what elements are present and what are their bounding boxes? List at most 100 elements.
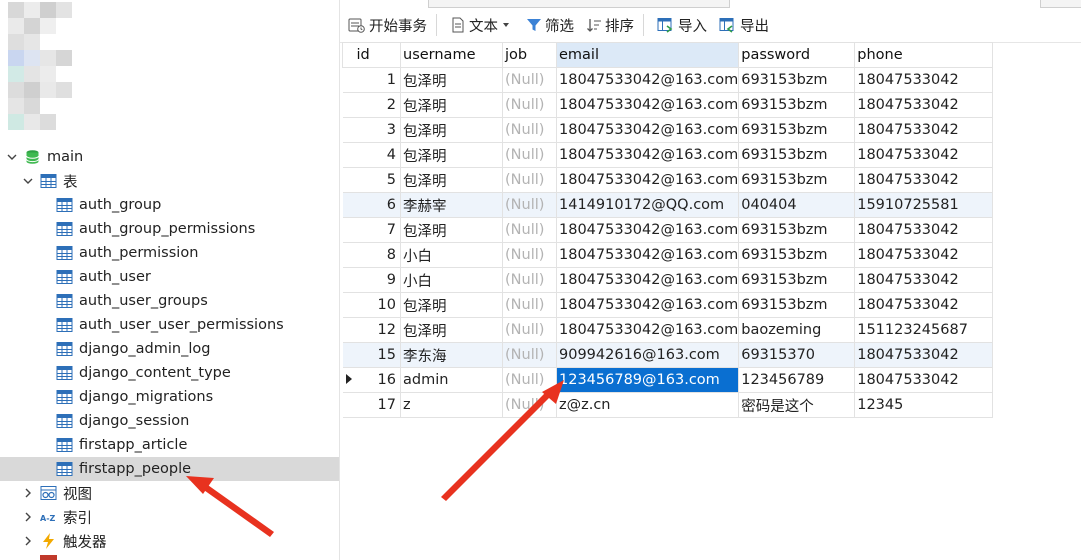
cell-password[interactable]: 密码是这个	[738, 392, 856, 418]
cell-email[interactable]: 18047533042@163.com	[555, 142, 740, 168]
row-indicator[interactable]	[342, 242, 355, 268]
cell-email[interactable]: z@z.cn	[555, 392, 740, 418]
navigator-splitter[interactable]	[339, 0, 340, 560]
cell-job[interactable]: (Null)	[502, 217, 557, 243]
table-row[interactable]: 4 包泽明 (Null) 18047533042@163.com 693153bzm 18…	[342, 142, 994, 168]
cell-email[interactable]: 909942616@163.com	[555, 342, 740, 368]
text-view-button[interactable]: 文本	[446, 12, 518, 38]
cell-job[interactable]: (Null)	[502, 267, 557, 293]
table-row[interactable]: 5 包泽明 (Null) 18047533042@163.com 693153bzm 18…	[342, 167, 994, 193]
cell-username[interactable]: 李东海	[400, 342, 503, 368]
row-indicator[interactable]	[342, 367, 355, 393]
tree-group-tables[interactable]: 表	[0, 169, 340, 193]
cell-phone[interactable]: 151123245687	[854, 317, 994, 343]
cell-email[interactable]: 18047533042@163.com	[555, 217, 740, 243]
cell-password[interactable]: 693153bzm	[738, 67, 856, 93]
cell-password[interactable]: 123456789	[738, 367, 856, 393]
tree-item-table[interactable]: auth_user_groups	[0, 289, 340, 313]
tree-item-table[interactable]: django_migrations	[0, 385, 340, 409]
cell-id[interactable]: 10	[354, 292, 401, 318]
row-indicator[interactable]	[342, 67, 355, 93]
cell-username[interactable]: 包泽明	[400, 217, 503, 243]
cell-email[interactable]: 18047533042@163.com	[555, 92, 740, 118]
tree-group-triggers[interactable]: 触发器	[0, 529, 340, 553]
cell-password[interactable]: 040404	[738, 192, 856, 218]
tree-item-table[interactable]: firstapp_people	[0, 457, 340, 481]
cell-id[interactable]: 2	[354, 92, 401, 118]
cell-password[interactable]: 693153bzm	[738, 217, 856, 243]
cell-id[interactable]: 3	[354, 117, 401, 143]
column-header-id[interactable]: id	[354, 42, 401, 68]
cell-id[interactable]: 4	[354, 142, 401, 168]
chevron-right-icon[interactable]	[22, 535, 34, 547]
tree-item-table[interactable]: django_content_type	[0, 361, 340, 385]
table-row[interactable]: 3 包泽明 (Null) 18047533042@163.com 693153bzm 18…	[342, 117, 994, 143]
cell-username[interactable]: 李赫宰	[400, 192, 503, 218]
column-header-email[interactable]: email	[555, 42, 740, 68]
cell-job[interactable]: (Null)	[502, 92, 557, 118]
cell-username[interactable]: admin	[400, 367, 503, 393]
table-row[interactable]: 6 李赫宰 (Null) 1414910172@QQ.com 040404 1591072…	[342, 192, 994, 218]
cell-id[interactable]: 15	[354, 342, 401, 368]
chevron-down-icon[interactable]	[22, 175, 34, 187]
row-indicator[interactable]	[342, 117, 355, 143]
cell-password[interactable]: baozeming	[738, 317, 856, 343]
cell-job[interactable]: (Null)	[502, 117, 557, 143]
tree-item-table[interactable]: auth_user_user_permissions	[0, 313, 340, 337]
cell-job[interactable]: (Null)	[502, 342, 557, 368]
cell-password[interactable]: 693153bzm	[738, 142, 856, 168]
cell-phone[interactable]: 15910725581	[854, 192, 994, 218]
cell-username[interactable]: z	[400, 392, 503, 418]
tree-item-table[interactable]: django_admin_log	[0, 337, 340, 361]
cell-job[interactable]: (Null)	[502, 317, 557, 343]
tree-item-table[interactable]: auth_group_permissions	[0, 217, 340, 241]
cell-password[interactable]: 69315370	[738, 342, 856, 368]
cell-phone[interactable]: 18047533042	[854, 142, 994, 168]
row-indicator[interactable]	[342, 167, 355, 193]
cell-job[interactable]: (Null)	[502, 367, 557, 393]
column-header-job[interactable]: job	[502, 42, 557, 68]
table-row[interactable]: 2 包泽明 (Null) 18047533042@163.com 693153bzm 18…	[342, 92, 994, 118]
tree-item-table[interactable]: firstapp_article	[0, 433, 340, 457]
cell-id[interactable]: 5	[354, 167, 401, 193]
cell-username[interactable]: 包泽明	[400, 67, 503, 93]
cell-job[interactable]: (Null)	[502, 192, 557, 218]
cell-email[interactable]: 18047533042@163.com	[555, 117, 740, 143]
begin-transaction-button[interactable]: 开始事务	[344, 12, 431, 38]
table-row[interactable]: 15 李东海 (Null) 909942616@163.com 69315370 1804…	[342, 342, 994, 368]
cell-password[interactable]: 693153bzm	[738, 267, 856, 293]
cell-password[interactable]: 693153bzm	[738, 167, 856, 193]
cell-email[interactable]: 18047533042@163.com	[555, 167, 740, 193]
sort-button[interactable]: 排序	[582, 12, 638, 38]
cell-email[interactable]: 18047533042@163.com	[555, 292, 740, 318]
tree-group-indexes[interactable]: A-Z 索引	[0, 505, 340, 529]
cell-job[interactable]: (Null)	[502, 67, 557, 93]
cell-id[interactable]: 6	[354, 192, 401, 218]
tree-item-table[interactable]: django_session	[0, 409, 340, 433]
cell-username[interactable]: 小白	[400, 267, 503, 293]
chevron-down-icon[interactable]	[6, 151, 18, 163]
table-row[interactable]: 1 包泽明 (Null) 18047533042@163.com 693153bzm 18…	[342, 67, 994, 93]
tree-group-views[interactable]: 视图	[0, 481, 340, 505]
cell-email[interactable]: 18047533042@163.com	[555, 242, 740, 268]
table-row[interactable]: 17 z (Null) z@z.cn 密码是这个 12345	[342, 392, 994, 418]
cell-username[interactable]: 包泽明	[400, 117, 503, 143]
chevron-right-icon[interactable]	[22, 487, 34, 499]
row-indicator[interactable]	[342, 217, 355, 243]
filter-button[interactable]: 筛选	[522, 12, 578, 38]
row-indicator[interactable]	[342, 392, 355, 418]
cell-username[interactable]: 包泽明	[400, 292, 503, 318]
cell-username[interactable]: 包泽明	[400, 142, 503, 168]
cell-job[interactable]: (Null)	[502, 292, 557, 318]
table-row[interactable]: 16 admin (Null) 123456789@163.com 123456789 1…	[342, 367, 994, 393]
cell-phone[interactable]: 18047533042	[854, 342, 994, 368]
cell-id[interactable]: 1	[354, 67, 401, 93]
column-header-password[interactable]: password	[738, 42, 856, 68]
cell-password[interactable]: 693153bzm	[738, 92, 856, 118]
cell-email[interactable]: 18047533042@163.com	[555, 267, 740, 293]
row-indicator[interactable]	[342, 342, 355, 368]
cell-username[interactable]: 包泽明	[400, 317, 503, 343]
cell-password[interactable]: 693153bzm	[738, 242, 856, 268]
cell-id[interactable]: 16	[354, 367, 401, 393]
cell-phone[interactable]: 18047533042	[854, 217, 994, 243]
